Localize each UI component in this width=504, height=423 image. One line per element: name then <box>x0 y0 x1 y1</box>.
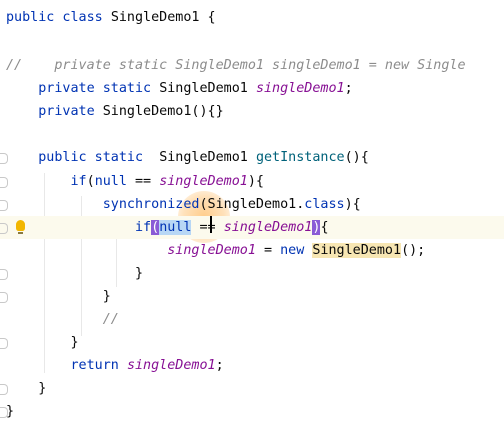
code-token: (); <box>401 243 426 258</box>
code-token: singleDemo1 <box>255 81 345 96</box>
code-line[interactable]: synchronized(SingleDemo1.class){ <box>0 193 504 216</box>
code-token: return <box>6 358 127 373</box>
code-token: ( <box>151 220 160 235</box>
code-editor[interactable]: public class SingleDemo1 { // private sta… <box>0 0 504 420</box>
code-line[interactable]: } <box>0 331 504 354</box>
code-token: private <box>6 104 103 119</box>
code-token: (SingleDemo1. <box>199 197 305 212</box>
code-token: // private static SingleDemo1 singleDemo… <box>6 58 466 73</box>
code-token: } <box>6 289 111 304</box>
code-token: singleDemo1 <box>223 220 313 235</box>
code-line[interactable] <box>0 29 504 52</box>
code-line[interactable] <box>0 124 504 147</box>
code-token: ){ <box>344 197 361 212</box>
code-token: synchronized <box>6 197 200 212</box>
code-line[interactable]: singleDemo1 = new SingleDemo1(); <box>0 239 504 262</box>
code-token: } <box>6 335 79 350</box>
code-text: public static SingleDemo1 getInstance(){ <box>6 146 369 169</box>
code-token: SingleDemo1 <box>312 243 402 258</box>
code-token: SingleDemo1 <box>159 150 256 165</box>
code-line[interactable]: public static SingleDemo1 getInstance(){ <box>0 146 504 169</box>
code-text: singleDemo1 = new SingleDemo1(); <box>6 239 425 262</box>
code-token: ; <box>344 81 353 96</box>
code-token: private static <box>6 81 160 96</box>
code-token: SingleDemo1 { <box>110 10 216 25</box>
code-token: class <box>304 197 345 212</box>
code-token: getInstance <box>255 150 345 165</box>
code-token: (){ <box>344 150 369 165</box>
code-line[interactable]: // private static SingleDemo1 singleDemo… <box>0 54 504 77</box>
code-line[interactable]: // <box>0 308 504 331</box>
code-text: if(null == singleDemo1){ <box>6 216 329 239</box>
code-token: == <box>191 220 224 235</box>
code-token: } <box>6 404 15 419</box>
code-token: singleDemo1 <box>167 243 256 258</box>
code-token: null <box>159 220 192 235</box>
code-text: if(null == singleDemo1){ <box>6 170 264 193</box>
code-line[interactable]: if(null == singleDemo1){ <box>0 216 504 239</box>
code-token: if <box>6 220 152 235</box>
code-token: } <box>6 266 144 281</box>
code-text: private static SingleDemo1 singleDemo1; <box>6 77 353 100</box>
code-token: == <box>126 174 160 189</box>
code-token: } <box>6 381 47 396</box>
code-line[interactable]: if(null == singleDemo1){ <box>0 170 504 193</box>
code-token: = <box>255 243 281 258</box>
code-line[interactable]: private SingleDemo1(){} <box>0 100 504 123</box>
code-line[interactable]: public class SingleDemo1 { <box>0 6 504 29</box>
code-token: public static <box>6 150 160 165</box>
code-text: } <box>6 285 111 308</box>
code-token: singleDemo1 <box>159 174 248 189</box>
code-text: public class SingleDemo1 { <box>6 6 216 29</box>
code-text: } <box>6 262 143 285</box>
code-token: ){ <box>247 174 264 189</box>
code-text: } <box>6 331 79 354</box>
code-token: ; <box>215 358 224 373</box>
code-line[interactable]: } <box>0 377 504 400</box>
code-line[interactable]: } <box>0 285 504 308</box>
code-token: SingleDemo1(){} <box>102 104 224 119</box>
code-line[interactable]: private static SingleDemo1 singleDemo1; <box>0 77 504 100</box>
code-token: SingleDemo1 <box>159 81 256 96</box>
code-token: ( <box>86 174 95 189</box>
code-text: } <box>6 377 46 400</box>
code-line[interactable]: } <box>0 262 504 285</box>
code-token: if <box>6 174 87 189</box>
text-caret <box>210 216 212 233</box>
code-text: return singleDemo1; <box>6 354 224 377</box>
code-token: { <box>320 220 329 235</box>
code-token: new <box>280 243 313 258</box>
code-token: public class <box>6 10 111 25</box>
code-text: private SingleDemo1(){} <box>6 100 224 123</box>
code-token: null <box>94 174 127 189</box>
code-text: synchronized(SingleDemo1.class){ <box>6 193 361 216</box>
code-text: // private static SingleDemo1 singleDemo… <box>6 54 466 77</box>
code-token: singleDemo1 <box>126 358 216 373</box>
code-token: // <box>6 312 119 327</box>
code-line[interactable]: return singleDemo1; <box>0 354 504 377</box>
code-text: // <box>6 308 119 331</box>
